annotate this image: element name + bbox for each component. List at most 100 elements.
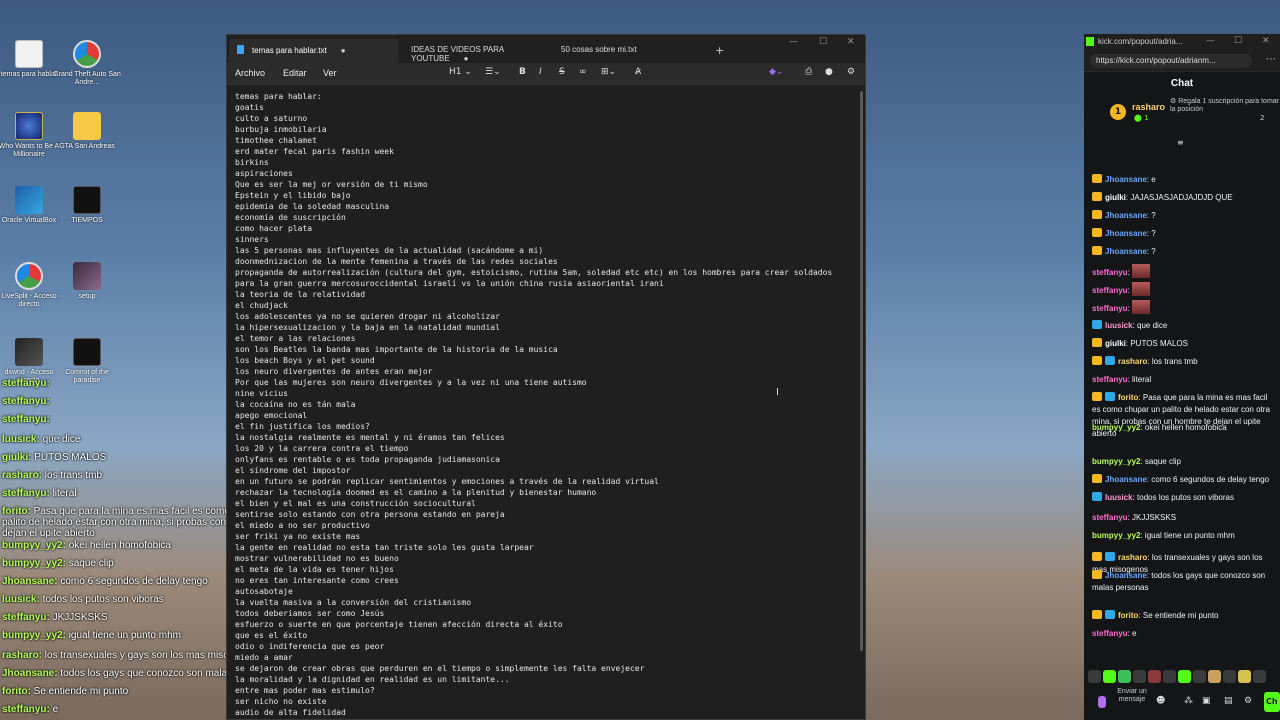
subscriber-badge-icon [1092,392,1102,401]
chat-username[interactable]: luusick [1105,493,1133,502]
copilot-icon[interactable]: ◆⌄ [769,67,783,77]
chat-title: Chat [1170,78,1194,89]
bold-icon[interactable]: B [519,67,526,77]
chat-settings-icon[interactable]: ▣ [1202,696,1211,706]
chat-username[interactable]: steffanyu [1092,629,1128,638]
emote-icon[interactable] [1208,670,1221,683]
menu-archivo[interactable]: Archivo [235,68,265,78]
text-line: goatis [235,103,264,112]
chat-text: PUTOS MALOS [1130,339,1188,348]
menu-ver[interactable]: Ver [323,68,337,78]
chat-username[interactable]: Jhoansane [1105,571,1147,580]
chat-input[interactable]: Enviar un mensaje [1114,688,1150,704]
clear-format-icon[interactable]: A̷ [635,67,641,77]
strikethrough-icon[interactable]: S [559,67,565,77]
chat-username[interactable]: steffanyu [1092,375,1128,384]
emote-icon[interactable] [1253,670,1266,683]
chat-username[interactable]: bumpyy_yy2 [1092,423,1140,432]
text-line: Que es ser la mej or versión de ti mismo [235,180,428,189]
text-line: la moralidad y la dignidad en realidad e… [235,675,510,684]
settings-gear-icon[interactable]: ⚙ [1244,696,1252,706]
chat-text: como 6 segundos de delay tengo [1151,475,1270,484]
minimize-icon[interactable]: — [789,37,798,47]
menu-editar[interactable]: Editar [283,68,307,78]
desktop-icon-tiempos[interactable]: TIEMPOS [52,186,122,225]
chat-username[interactable]: giulki [1105,193,1126,202]
tab-ideas-de-videos[interactable]: IDEAS DE VIDEOS PARA YOUTUBE ● [403,39,553,63]
chat-username[interactable]: steffanyu [1092,513,1128,522]
text-line: epidemia de la soledad masculina [235,202,390,211]
heading-dropdown[interactable]: H1 ⌄ [449,67,472,77]
desktop-icon-setup[interactable]: setup [52,262,122,301]
chat-username[interactable]: Jhoansane [1105,175,1147,184]
chat-username[interactable]: luusick [1105,321,1133,330]
settings-gear-icon[interactable]: ⚙ [847,67,855,77]
text-line: que es el éxito [235,631,308,640]
emote-icon[interactable] [1148,670,1161,683]
chat-username[interactable]: Jhoansane [1105,229,1147,238]
unsaved-dot-icon[interactable]: ● [341,46,346,55]
users-icon[interactable]: ⁂ [1184,696,1193,706]
tab-temas-para-hablar[interactable]: temas para hablar.txt ● [229,39,399,63]
new-tab-plus-icon[interactable]: + [715,44,724,57]
trash-icon[interactable]: ▤ [1224,696,1233,706]
text-editor[interactable]: temas para hablar: goatis culto a saturno b… [227,87,859,720]
emote-icon[interactable] [1103,670,1116,683]
emote-icon[interactable] [1133,670,1146,683]
maximize-icon[interactable]: ☐ [819,37,827,47]
tab-50-cosas[interactable]: 50 cosas sobre mi.txt [553,39,703,63]
chat-username[interactable]: steffanyu [1092,268,1128,277]
emote-icon[interactable] [1163,670,1176,683]
chat-username[interactable]: bumpyy_yy2 [1092,457,1140,466]
link-icon[interactable]: ∞ [579,67,587,77]
maximize-icon[interactable]: ☐ [1234,36,1242,46]
emote-icon[interactable] [1223,670,1236,683]
desktop-icon-gta-sa[interactable]: Grand Theft Auto San Andre... [52,40,122,87]
chat-username[interactable]: Jhoansane [1105,475,1147,484]
emote-icon[interactable] [1238,670,1251,683]
italic-icon[interactable]: I [539,67,542,77]
desktop-icon-gta-folder[interactable]: GTA San Andreas [52,112,122,151]
tab-bar: temas para hablar.txt ● IDEAS DE VIDEOS P… [227,35,865,63]
emote-icon[interactable] [1118,670,1131,683]
microphone-icon[interactable] [1098,696,1106,708]
emote-icon[interactable] [1178,670,1191,683]
text-line: ser nicho no existe [235,697,327,706]
gift-leaderboard[interactable]: 1 rasharo ⬤ 1 ⚙ Regala 1 suscripción par… [1090,98,1279,132]
chat-username[interactable]: forito [1118,611,1138,620]
chat-username[interactable]: rasharo [1118,553,1147,562]
url-field[interactable]: https://kick.com/popout/adrianm... [1090,54,1252,68]
chat-username[interactable]: giulki [1105,339,1126,348]
text-line: los 20 y la carrera contra el tiempo [235,444,409,453]
text-line: todos deberiamos ser como Jesús [235,609,385,618]
share-icon[interactable]: ⎙ [805,67,812,77]
text-line: audio de alta fidelidad [235,708,346,717]
close-icon[interactable]: ✕ [847,37,855,47]
emote-icon[interactable] [1193,670,1206,683]
table-icon[interactable]: ⊞⌄ [601,67,616,77]
collapse-icon[interactable]: ≡ [1177,138,1184,147]
emote-icon[interactable] [1088,670,1101,683]
verified-badge-icon [1105,610,1115,619]
chat-username[interactable]: forito [1118,393,1138,402]
chat-username[interactable]: steffanyu [1092,286,1128,295]
text-line: culto a saturno [235,114,308,123]
minimize-icon[interactable]: — [1206,36,1215,46]
chat-username[interactable]: bumpyy_yy2 [1092,531,1140,540]
chat-message: steffanyu: [1092,264,1276,279]
account-icon[interactable]: ● [825,67,833,77]
more-options-icon[interactable]: ⋯ [1266,54,1276,65]
close-icon[interactable]: ✕ [1262,36,1270,46]
scrollbar[interactable] [860,91,863,651]
chat-username[interactable]: Jhoansane [1105,247,1147,256]
rgb-app-icon [73,40,101,68]
subscriber-badge-icon [1092,192,1102,201]
list-icon[interactable]: ☰⌄ [485,67,501,77]
unsaved-dot-icon[interactable]: ● [464,54,469,63]
chat-username[interactable]: steffanyu [1092,304,1128,313]
chat-username[interactable]: rasharo [1118,357,1147,366]
chat-username[interactable]: Jhoansane [1105,211,1147,220]
send-chat-button[interactable]: Ch [1264,692,1280,712]
emoji-icon[interactable]: ☻ [1156,696,1165,706]
text-line: se dejaron de crear obras que perduren e… [235,664,645,673]
